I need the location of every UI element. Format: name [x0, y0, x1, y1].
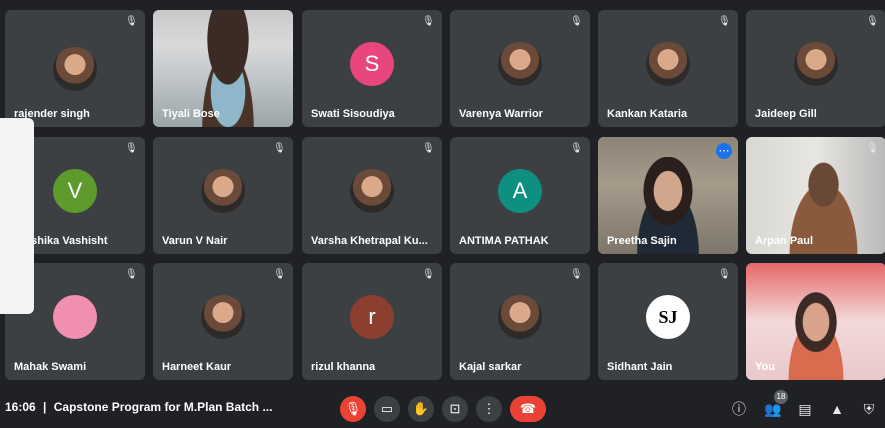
participant-tile[interactable]: 🎙 Varsha Khetrapal Ku...: [302, 137, 442, 254]
participant-name: Arpan Paul: [755, 235, 814, 247]
participant-tile[interactable]: 🎙 Harneet Kaur: [153, 263, 293, 380]
participant-grid: 🎙 rajender singh Tiyali Bose 🎙 S Swati S…: [0, 0, 885, 384]
mic-off-icon: 🎙: [866, 16, 879, 27]
mic-off-icon: 🎙: [866, 143, 879, 154]
participant-name: Preetha Sajin: [607, 235, 677, 247]
avatar: SJ: [646, 294, 690, 339]
meeting-title: Capstone Program for M.Plan Batch ...: [53, 400, 273, 414]
present-screen-button[interactable]: ⊡: [442, 396, 468, 422]
more-options-button[interactable]: ⋮: [476, 396, 502, 422]
mic-off-icon: 🎙: [125, 269, 138, 280]
end-call-button[interactable]: ☎: [510, 396, 546, 422]
participant-tile[interactable]: Tiyali Bose: [153, 10, 293, 127]
meeting-info: 16:06 | Capstone Program for M.Plan Batc…: [5, 400, 272, 414]
participant-name: Swati Sisoudiya: [311, 108, 395, 120]
participant-tile[interactable]: 🎙 r rizul khanna: [302, 263, 442, 380]
more-options-icon[interactable]: ⋯: [716, 143, 732, 159]
participant-name: Harneet Kaur: [162, 361, 232, 373]
avatar: [646, 41, 690, 86]
participant-tile[interactable]: 🎙 rajender singh: [5, 10, 145, 127]
participant-name: ANTIMA PATHAK: [459, 235, 549, 247]
participant-tile-speaking[interactable]: ⋯ Preetha Sajin: [598, 137, 738, 254]
people-icon[interactable]: 👥: [764, 400, 782, 418]
raise-hand-button[interactable]: ✋: [408, 396, 434, 422]
host-controls-icon[interactable]: ⛨: [860, 400, 878, 418]
avatar: [350, 168, 394, 213]
participant-name: Varenya Warrior: [459, 108, 543, 120]
avatar: [498, 41, 542, 86]
mic-off-icon: 🎙: [570, 143, 583, 154]
avatar: [201, 294, 245, 339]
mic-off-icon: 🎙: [718, 269, 731, 280]
participant-tile[interactable]: 🎙 SJ Sidhant Jain: [598, 263, 738, 380]
participant-tile[interactable]: 🎙 Varenya Warrior: [450, 10, 590, 127]
participant-name: rajender singh: [14, 108, 90, 120]
participant-name: Sidhant Jain: [607, 361, 673, 373]
participant-tile[interactable]: 🎙 Kankan Kataria: [598, 10, 738, 127]
avatar: [53, 294, 97, 339]
participant-name: Tiyali Bose: [162, 108, 220, 120]
mic-off-icon: 🎙: [125, 16, 138, 27]
side-panel[interactable]: [0, 118, 34, 314]
participant-tile[interactable]: 🎙 S Swati Sisoudiya: [302, 10, 442, 127]
mic-off-icon: 🎙: [273, 143, 286, 154]
mic-off-icon: 🎙: [422, 269, 435, 280]
meeting-time: 16:06: [5, 400, 36, 414]
mic-off-icon: 🎙: [570, 269, 583, 280]
avatar: [53, 46, 97, 91]
participant-name: Jaideep Gill: [755, 108, 817, 120]
avatar: [498, 294, 542, 339]
avatar: A: [498, 168, 542, 213]
chat-icon[interactable]: ▤: [796, 400, 814, 418]
mic-off-icon: 🎙: [570, 16, 583, 27]
participant-name: Kajal sarkar: [459, 361, 522, 373]
avatar: [201, 168, 245, 213]
avatar: V: [53, 168, 97, 213]
camera-toggle-button[interactable]: ▭: [374, 396, 400, 422]
mic-off-icon: 🎙: [273, 269, 286, 280]
mic-off-icon: 🎙: [718, 16, 731, 27]
info-icon[interactable]: ⓘ: [730, 400, 748, 418]
participant-name: Varun V Nair: [162, 235, 228, 247]
activities-icon[interactable]: ▲: [828, 400, 846, 418]
avatar: S: [350, 41, 394, 86]
mic-off-icon: 🎙: [125, 143, 138, 154]
participant-name: rizul khanna: [311, 361, 376, 373]
participant-tile[interactable]: 🎙 Kajal sarkar: [450, 263, 590, 380]
participant-tile[interactable]: 🎙 A ANTIMA PATHAK: [450, 137, 590, 254]
participant-tile[interactable]: 🎙 Jaideep Gill: [746, 10, 885, 127]
participant-tile[interactable]: 🎙 Arpan Paul: [746, 137, 885, 254]
mic-toggle-button[interactable]: 🎙: [340, 396, 366, 422]
participant-name: You: [755, 361, 775, 373]
participant-name: Kankan Kataria: [607, 108, 688, 120]
bottom-control-bar: 16:06 | Capstone Program for M.Plan Batc…: [0, 388, 885, 428]
meeting-separator: |: [43, 400, 47, 414]
avatar: [794, 41, 838, 86]
participant-tile[interactable]: 🎙 Varun V Nair: [153, 137, 293, 254]
avatar: r: [350, 294, 394, 339]
participant-tile-self[interactable]: You: [746, 263, 885, 380]
participant-name: Varsha Khetrapal Ku...: [311, 235, 428, 247]
mic-off-icon: 🎙: [422, 16, 435, 27]
participant-name: Mahak Swami: [14, 361, 87, 373]
mic-off-icon: 🎙: [422, 143, 435, 154]
